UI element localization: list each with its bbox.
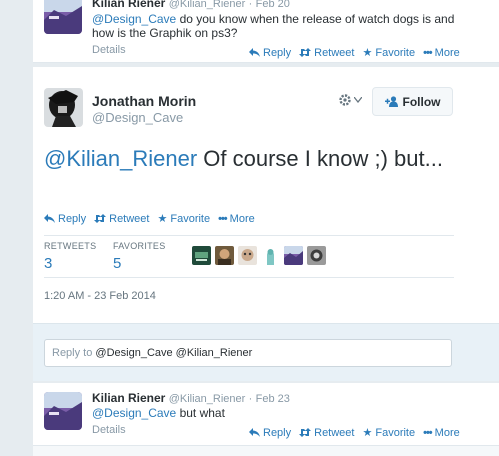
mention-link[interactable]: @Kilian_Riener bbox=[44, 146, 197, 171]
tweet-actions: Reply Retweet ★ Favorite ••• More bbox=[44, 212, 255, 225]
favoriter-avatar[interactable] bbox=[215, 246, 234, 265]
more-dots-icon: ••• bbox=[423, 426, 433, 439]
favoriter-avatar[interactable] bbox=[261, 246, 280, 265]
retweet-icon bbox=[94, 214, 107, 223]
favoriter-avatar[interactable] bbox=[307, 246, 326, 265]
retweets-label: RETWEETS bbox=[44, 241, 97, 251]
author-name[interactable]: Kilian Riener bbox=[92, 391, 165, 405]
author-name[interactable]: Jonathan Morin bbox=[92, 93, 196, 109]
tweet-kilian-feb20: Kilian Riener @Kilian_Riener · Feb 20 @D… bbox=[33, 0, 499, 63]
separator-dot: · bbox=[248, 393, 253, 405]
favorites-count: 5 bbox=[113, 255, 122, 272]
gear-icon bbox=[339, 94, 351, 106]
favoriter-avatar[interactable] bbox=[192, 246, 211, 265]
more-button[interactable]: ••• More bbox=[423, 426, 460, 439]
tweet-text: @Design_Cave do you know when the releas… bbox=[92, 12, 462, 40]
follow-button[interactable]: Follow bbox=[372, 87, 453, 116]
author-name[interactable]: Kilian Riener bbox=[92, 0, 165, 10]
tweet-kilian-feb23: Kilian Riener @Kilian_Riener · Feb 23 @D… bbox=[33, 383, 499, 446]
chevron-down-icon bbox=[354, 97, 362, 103]
tweet-stats: RETWEETS 3 FAVORITES 5 bbox=[44, 235, 454, 278]
tweet-date[interactable]: Feb 23 bbox=[256, 393, 290, 405]
tweet-jonathan-expanded: Jonathan Morin @Design_Cave Follow @Kili… bbox=[33, 67, 499, 323]
more-button[interactable]: ••• More bbox=[218, 212, 255, 225]
tweet-timestamp[interactable]: 1:20 AM - 23 Feb 2014 bbox=[44, 290, 156, 302]
reply-prefix: Reply to bbox=[52, 347, 96, 359]
details-link[interactable]: Details bbox=[92, 44, 126, 56]
follow-label: Follow bbox=[402, 94, 441, 109]
separator-dot: · bbox=[248, 0, 253, 10]
tweet-header: Kilian Riener @Kilian_Riener · Feb 23 bbox=[92, 391, 290, 405]
reply-button[interactable]: Reply bbox=[44, 212, 86, 225]
add-user-icon bbox=[384, 96, 398, 107]
retweet-button[interactable]: Retweet bbox=[299, 46, 354, 59]
mention-link[interactable]: @Design_Cave bbox=[92, 12, 176, 26]
kilian-avatar[interactable] bbox=[44, 0, 82, 34]
retweet-icon bbox=[299, 48, 312, 57]
details-link[interactable]: Details bbox=[92, 424, 126, 436]
retweet-icon bbox=[299, 428, 312, 437]
reply-icon bbox=[249, 428, 260, 437]
retweets-count: 3 bbox=[44, 255, 53, 272]
favorites-stat[interactable]: FAVORITES 5 bbox=[113, 241, 166, 272]
retweet-button[interactable]: Retweet bbox=[94, 212, 149, 225]
favorite-button[interactable]: ★ Favorite bbox=[157, 212, 210, 226]
author-handle[interactable]: @Kilian_Riener bbox=[169, 0, 246, 10]
retweets-stat[interactable]: RETWEETS 3 bbox=[44, 241, 96, 272]
reply-box-area: Reply to @Design_Cave @Kilian_Riener bbox=[33, 323, 499, 381]
tweet-text: @Kilian_Riener Of course I know ;) but..… bbox=[44, 144, 474, 173]
author-handle[interactable]: @Kilian_Riener bbox=[169, 393, 246, 405]
favorite-button[interactable]: ★ Favorite bbox=[362, 46, 415, 60]
reply-mentions: @Design_Cave @Kilian_Riener bbox=[95, 347, 253, 359]
mention-link[interactable]: @Design_Cave bbox=[92, 406, 176, 420]
favoriter-avatar[interactable] bbox=[238, 246, 257, 265]
favoriter-avatar[interactable] bbox=[284, 246, 303, 265]
favorite-button[interactable]: ★ Favorite bbox=[362, 426, 415, 440]
tweet-actions: Reply Retweet ★ Favorite ••• More bbox=[249, 426, 460, 439]
reply-icon bbox=[249, 48, 260, 57]
more-dots-icon: ••• bbox=[218, 212, 228, 225]
star-icon: ★ bbox=[157, 213, 168, 225]
author-handle[interactable]: @Design_Cave bbox=[92, 110, 183, 125]
star-icon: ★ bbox=[362, 47, 373, 59]
user-actions-dropdown[interactable] bbox=[338, 93, 362, 107]
favorites-label: FAVORITES bbox=[113, 241, 166, 251]
star-icon: ★ bbox=[362, 427, 373, 439]
tweet-body: but what bbox=[176, 406, 225, 420]
tweet-date[interactable]: Feb 20 bbox=[256, 0, 290, 10]
tweet-text: @Design_Cave but what bbox=[92, 406, 225, 420]
more-dots-icon: ••• bbox=[423, 46, 433, 59]
next-tweet-edge bbox=[33, 446, 499, 456]
tweet-header: Kilian Riener @Kilian_Riener · Feb 20 bbox=[92, 0, 290, 10]
reply-button[interactable]: Reply bbox=[249, 46, 291, 59]
reply-icon bbox=[44, 214, 55, 223]
reply-button[interactable]: Reply bbox=[249, 426, 291, 439]
reply-input[interactable]: Reply to @Design_Cave @Kilian_Riener bbox=[44, 339, 452, 367]
kilian-avatar[interactable] bbox=[44, 392, 82, 430]
jonathan-avatar[interactable] bbox=[44, 88, 83, 127]
favoriter-avatars bbox=[192, 246, 326, 265]
tweet-actions: Reply Retweet ★ Favorite ••• More bbox=[249, 46, 460, 59]
retweet-button[interactable]: Retweet bbox=[299, 426, 354, 439]
more-button[interactable]: ••• More bbox=[423, 46, 460, 59]
tweet-body: Of course I know ;) but... bbox=[197, 146, 443, 171]
